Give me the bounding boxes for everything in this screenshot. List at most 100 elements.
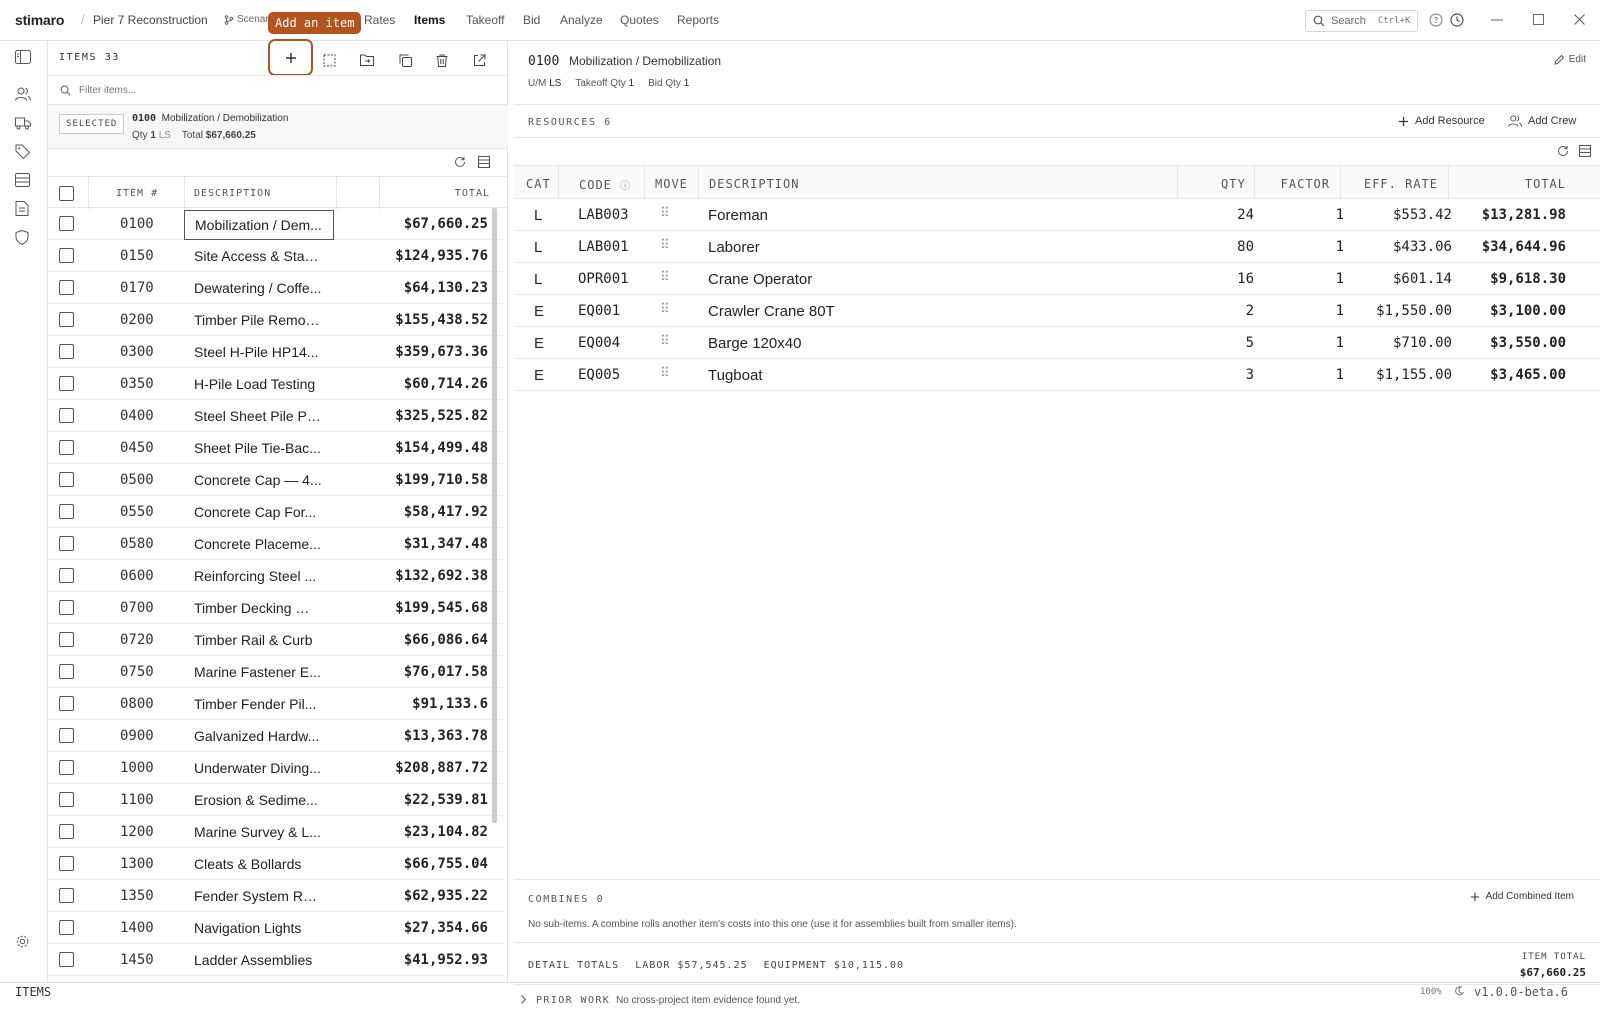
- drag-handle-icon[interactable]: ⠿: [660, 365, 669, 381]
- edit-button[interactable]: Edit: [1554, 54, 1586, 65]
- row-checkbox[interactable]: [59, 216, 74, 231]
- nav-reports[interactable]: Reports: [677, 13, 719, 27]
- nav-takeoff[interactable]: Takeoff: [466, 13, 504, 27]
- item-row[interactable]: 0450 Sheet Pile Tie-Bac... $154,499.48: [48, 432, 504, 464]
- search-box[interactable]: Search Ctrl+K: [1305, 10, 1418, 32]
- column-factor[interactable]: FACTOR: [1254, 166, 1340, 199]
- columns-icon[interactable]: [1579, 145, 1591, 157]
- history-icon[interactable]: [1450, 13, 1464, 27]
- add-crew-button[interactable]: Add Crew: [1508, 115, 1576, 127]
- item-row[interactable]: 1200 Marine Survey & L... $23,104.82: [48, 816, 504, 848]
- scenario-selector[interactable]: Scenar: [224, 14, 269, 25]
- column-total[interactable]: TOTAL: [455, 188, 490, 199]
- resource-factor[interactable]: 1: [1336, 271, 1344, 287]
- add-combined-item-button[interactable]: Add Combined Item: [1470, 891, 1574, 902]
- item-row[interactable]: 0800 Timber Fender Pil... $91,133.6: [48, 688, 504, 720]
- item-row[interactable]: 0170 Dewatering / Coffe... $64,130.23: [48, 272, 504, 304]
- item-row[interactable]: 0300 Steel H-Pile HP14... $359,673.36: [48, 336, 504, 368]
- item-row[interactable]: 0400 Steel Sheet Pile PZ... $325,525.82: [48, 400, 504, 432]
- item-row[interactable]: 1450 Ladder Assemblies $41,952.93: [48, 944, 504, 976]
- column-description[interactable]: DESCRIPTION: [194, 188, 271, 199]
- drag-handle-icon[interactable]: ⠿: [660, 269, 669, 285]
- item-row[interactable]: 0100 Mobilization / Dem... $67,660.25: [48, 208, 504, 240]
- drag-handle-icon[interactable]: ⠿: [660, 237, 669, 253]
- column-qty[interactable]: QTY: [1221, 177, 1246, 191]
- row-checkbox[interactable]: [59, 856, 74, 871]
- tag-icon[interactable]: [15, 144, 31, 159]
- item-row[interactable]: 1300 Cleats & Bollards $66,755.04: [48, 848, 504, 880]
- row-checkbox[interactable]: [59, 728, 74, 743]
- database-icon[interactable]: [15, 173, 30, 187]
- drag-handle-icon[interactable]: ⠿: [660, 301, 669, 317]
- resource-row[interactable]: L OPR001 ⠿ Crane Operator 16 1 $601.14 $9,618.3…: [514, 263, 1600, 295]
- resource-qty[interactable]: 24: [1237, 207, 1254, 223]
- item-row[interactable]: 0500 Concrete Cap — 4... $199,710.58: [48, 464, 504, 496]
- column-description[interactable]: DESCRIPTION: [698, 166, 799, 199]
- truck-icon[interactable]: [15, 116, 31, 130]
- refresh-icon[interactable]: [454, 156, 466, 168]
- item-row[interactable]: 0550 Concrete Cap For... $58,417.92: [48, 496, 504, 528]
- filter-items-input[interactable]: Filter items...: [48, 75, 508, 105]
- select-all-checkbox[interactable]: [59, 186, 74, 201]
- item-row[interactable]: 0150 Site Access & Stag... $124,935.76: [48, 240, 504, 272]
- item-row[interactable]: 1400 Navigation Lights $27,354.66: [48, 912, 504, 944]
- item-row[interactable]: 0580 Concrete Placeme... $31,347.48: [48, 528, 504, 560]
- row-checkbox[interactable]: [59, 632, 74, 647]
- row-checkbox[interactable]: [59, 280, 74, 295]
- zoom-level[interactable]: 100%: [1420, 987, 1442, 997]
- resource-qty[interactable]: 16: [1237, 271, 1254, 287]
- row-checkbox[interactable]: [59, 600, 74, 615]
- delete-button[interactable]: [429, 47, 455, 73]
- item-row[interactable]: 0900 Galvanized Hardw... $13,363.78: [48, 720, 504, 752]
- row-checkbox[interactable]: [59, 664, 74, 679]
- row-checkbox[interactable]: [59, 248, 74, 263]
- resource-row[interactable]: E EQ001 ⠿ Crawler Crane 80T 2 1 $1,550.00 $3,10…: [514, 295, 1600, 327]
- add-item-button[interactable]: [268, 39, 313, 76]
- column-code[interactable]: CODE ⓘ: [558, 166, 644, 199]
- row-checkbox[interactable]: [59, 824, 74, 839]
- project-name[interactable]: Pier 7 Reconstruction: [93, 13, 208, 27]
- column-move[interactable]: MOVE: [644, 166, 688, 199]
- resource-factor[interactable]: 1: [1336, 303, 1344, 319]
- row-checkbox[interactable]: [59, 376, 74, 391]
- app-logo[interactable]: stimaro: [15, 12, 64, 28]
- item-description[interactable]: Mobilization / Dem...: [184, 210, 334, 240]
- row-checkbox[interactable]: [59, 440, 74, 455]
- row-checkbox[interactable]: [59, 952, 74, 967]
- resource-factor[interactable]: 1: [1336, 367, 1344, 383]
- row-checkbox[interactable]: [59, 408, 74, 423]
- row-checkbox[interactable]: [59, 536, 74, 551]
- sidebar-toggle-icon[interactable]: [15, 50, 31, 64]
- close-icon[interactable]: [1574, 14, 1585, 25]
- open-external-button[interactable]: [466, 47, 492, 73]
- resource-factor[interactable]: 1: [1336, 239, 1344, 255]
- item-row[interactable]: 0720 Timber Rail & Curb $66,086.64: [48, 624, 504, 656]
- item-row[interactable]: 0600 Reinforcing Steel ... $132,692.38: [48, 560, 504, 592]
- columns-icon[interactable]: [478, 156, 490, 168]
- resource-row[interactable]: L LAB003 ⠿ Foreman 24 1 $553.42 $13,281.98: [514, 199, 1600, 231]
- document-icon[interactable]: [15, 201, 29, 216]
- row-checkbox[interactable]: [59, 344, 74, 359]
- resource-row[interactable]: E EQ005 ⠿ Tugboat 3 1 $1,155.00 $3,465.00: [514, 359, 1600, 391]
- resource-factor[interactable]: 1: [1336, 335, 1344, 351]
- row-checkbox[interactable]: [59, 312, 74, 327]
- column-item-number[interactable]: ITEM #: [116, 188, 158, 199]
- row-checkbox[interactable]: [59, 504, 74, 519]
- theme-icon[interactable]: [1454, 986, 1464, 996]
- duplicate-button[interactable]: [392, 47, 418, 73]
- select-items-button[interactable]: [316, 47, 342, 73]
- resource-qty[interactable]: 3: [1246, 367, 1254, 383]
- item-row[interactable]: 1100 Erosion & Sedime... $22,539.81: [48, 784, 504, 816]
- item-row[interactable]: 0200 Timber Pile Removal $155,438.52: [48, 304, 504, 336]
- resource-row[interactable]: L LAB001 ⠿ Laborer 80 1 $433.06 $34,644.96: [514, 231, 1600, 263]
- people-icon[interactable]: [15, 87, 31, 101]
- settings-gear-icon[interactable]: [15, 934, 30, 949]
- drag-handle-icon[interactable]: ⠿: [660, 205, 669, 221]
- nav-rates[interactable]: Rates: [364, 13, 395, 27]
- help-icon[interactable]: ?: [1429, 13, 1443, 27]
- resource-qty[interactable]: 2: [1246, 303, 1254, 319]
- resource-factor[interactable]: 1: [1336, 207, 1344, 223]
- item-row[interactable]: 0750 Marine Fastener E... $76,017.58: [48, 656, 504, 688]
- resource-qty[interactable]: 80: [1237, 239, 1254, 255]
- column-cat[interactable]: CAT: [526, 177, 551, 191]
